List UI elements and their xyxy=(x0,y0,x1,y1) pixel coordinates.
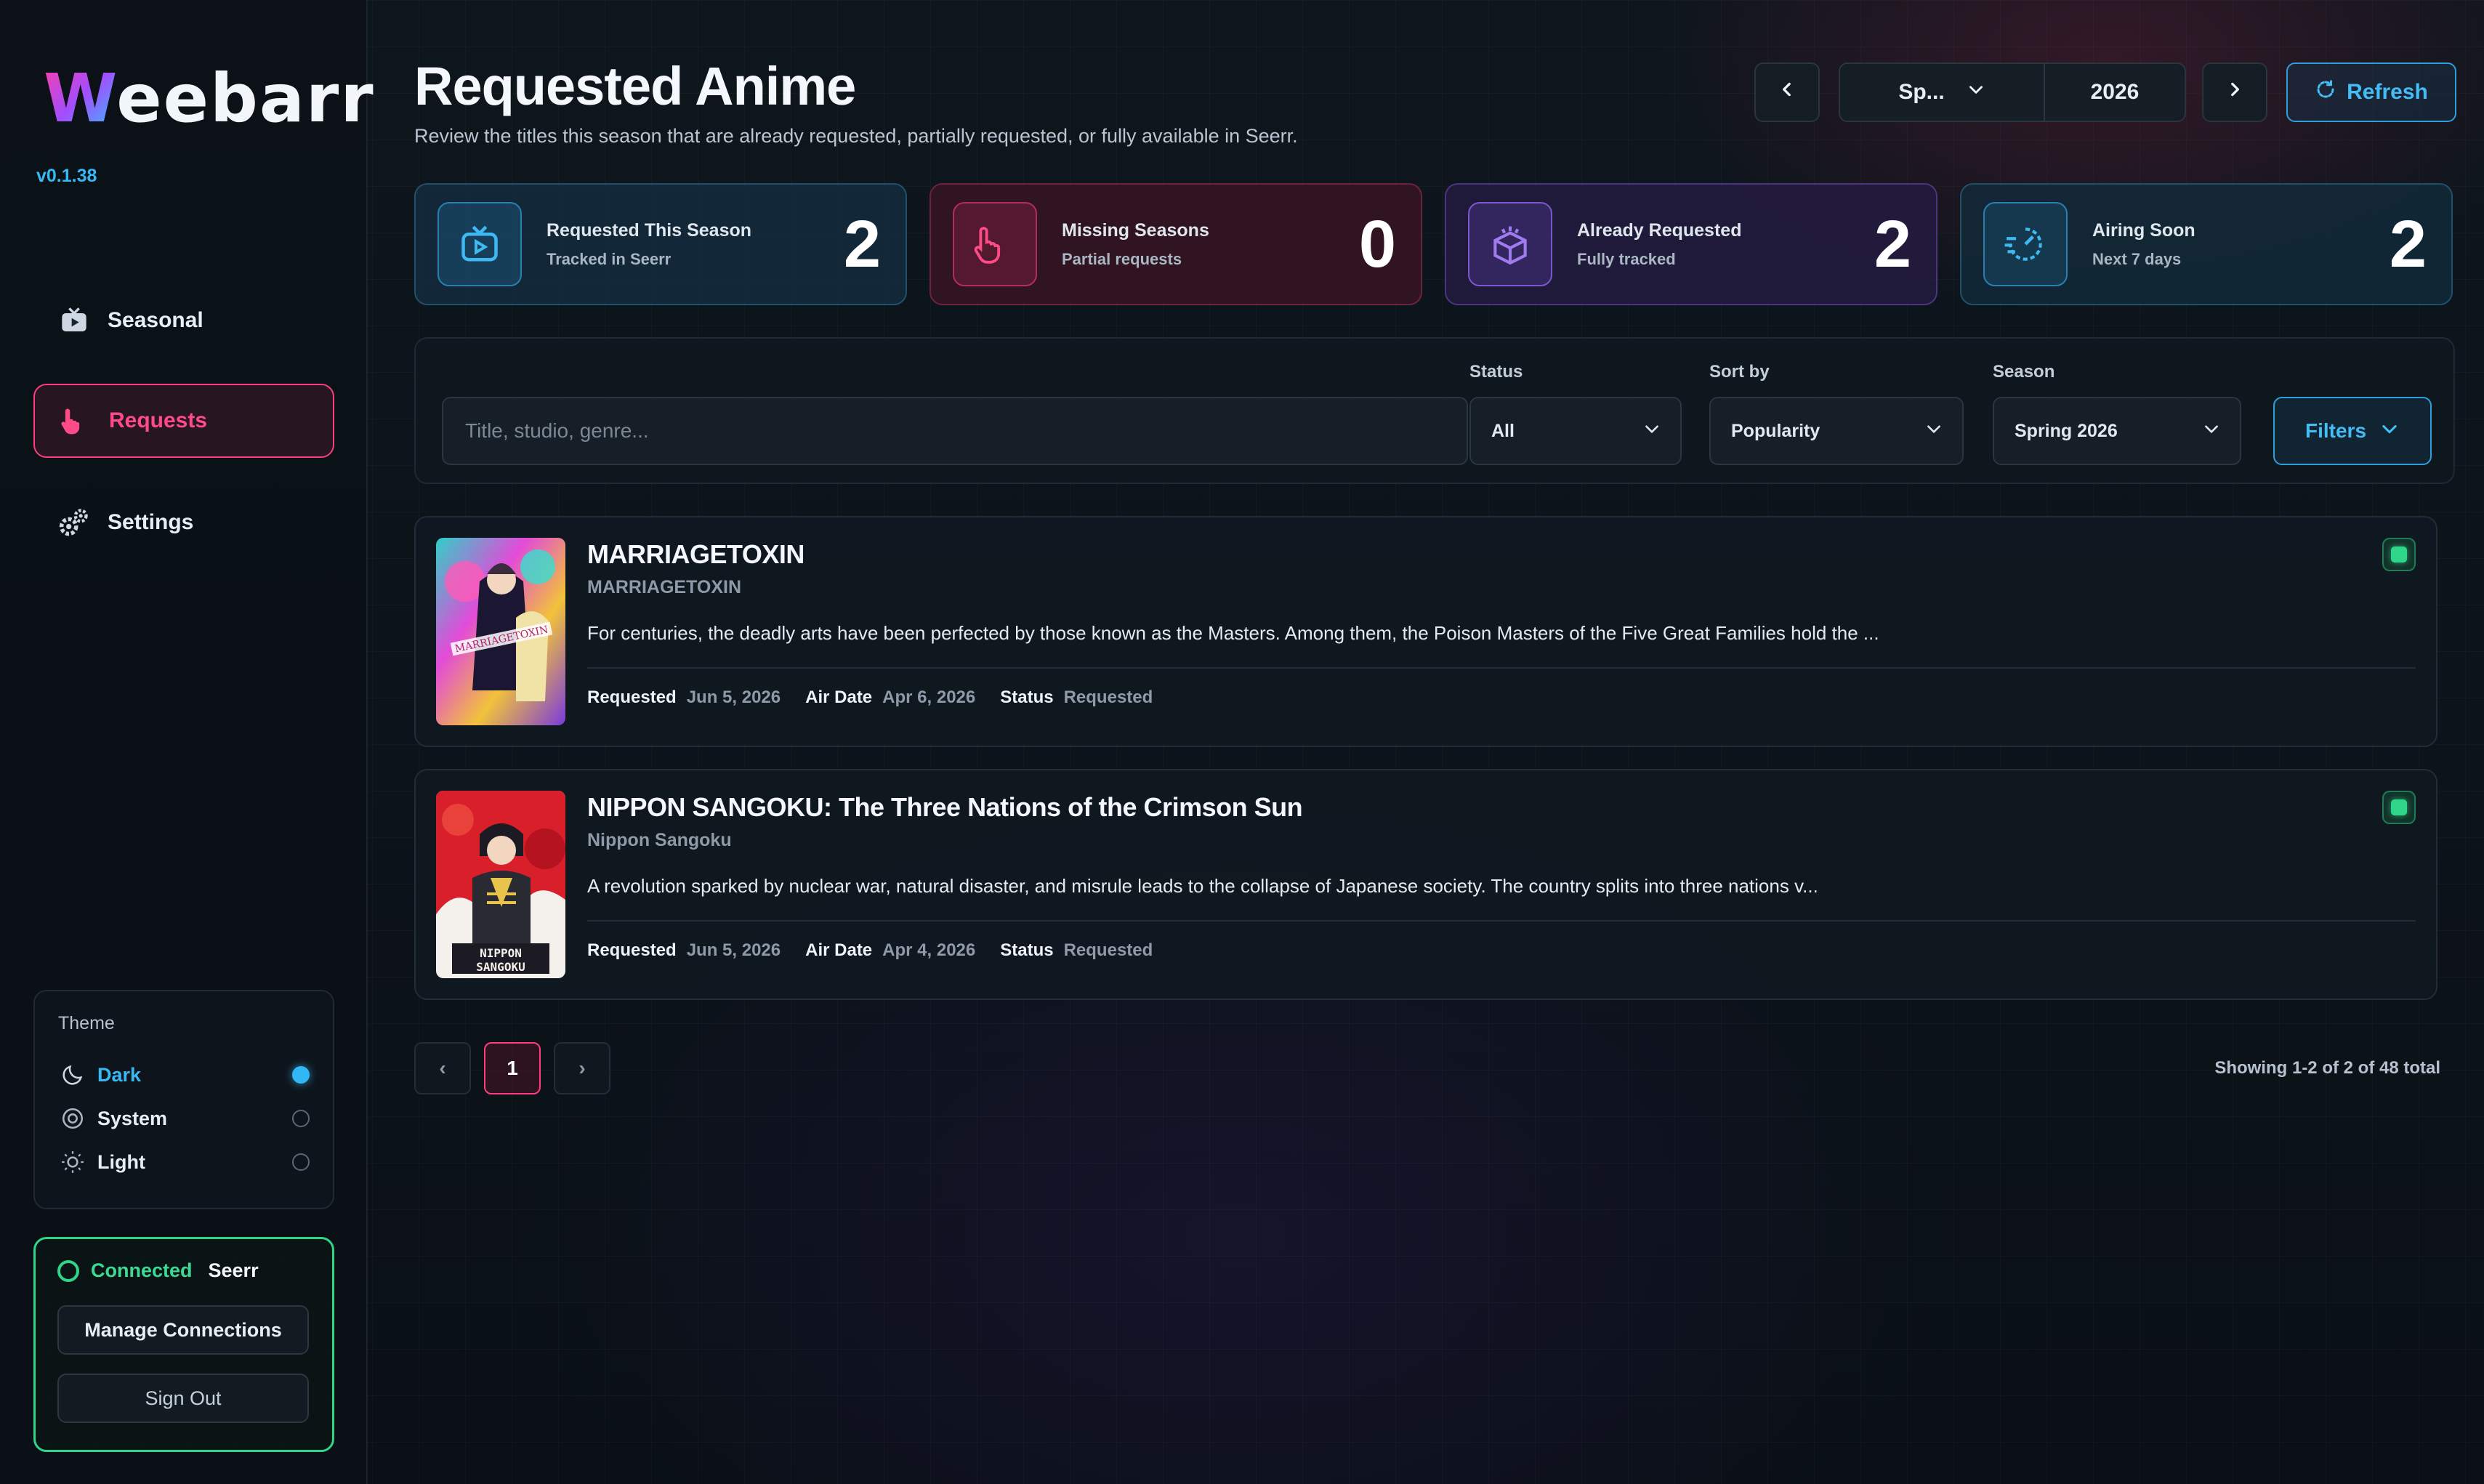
moon-icon xyxy=(58,1060,87,1089)
poster-image[interactable]: NIPPON SANGOKU xyxy=(436,791,565,978)
status-select[interactable]: All xyxy=(1469,397,1682,465)
stat-missing-seasons: Missing Seasons Partial requests 0 xyxy=(930,183,1422,305)
theme-option-system[interactable]: System xyxy=(58,1097,310,1140)
chevron-down-icon xyxy=(1967,80,1985,105)
stat-value: 2 xyxy=(843,206,881,281)
svg-text:SANGOKU: SANGOKU xyxy=(476,960,525,974)
anime-description: A revolution sparked by nuclear war, nat… xyxy=(587,875,1818,897)
chevron-right-icon xyxy=(2225,80,2244,105)
svg-text:NIPPON: NIPPON xyxy=(480,946,522,960)
app-logo[interactable]: Weebarr xyxy=(44,65,375,132)
year-field[interactable]: 2026 xyxy=(2045,64,2185,121)
list-item[interactable]: NIPPON SANGOKU NIPPON SANGOKU: The Three… xyxy=(414,769,2437,1000)
sidebar-item-seasonal[interactable]: Seasonal xyxy=(33,283,334,358)
anime-title[interactable]: NIPPON SANGOKU: The Three Nations of the… xyxy=(587,792,1303,823)
sidebar: Weebarr v0.1.38 Seasonal Requests Settin… xyxy=(0,0,374,1484)
anime-meta: Requested Jun 5, 2026 Air Date Apr 6, 2026… xyxy=(587,687,1153,707)
chevron-down-icon xyxy=(1924,419,1943,443)
app-version: v0.1.38 xyxy=(36,166,97,186)
pointer-hand-icon xyxy=(60,405,92,437)
chevron-down-icon xyxy=(2379,419,2400,444)
requested-date: Jun 5, 2026 xyxy=(686,687,781,707)
refresh-button[interactable]: Refresh xyxy=(2286,62,2456,122)
sidebar-item-label: Seasonal xyxy=(108,308,203,332)
tv-icon xyxy=(437,202,522,286)
connection-status-icon xyxy=(57,1259,79,1282)
anime-alt-title: Nippon Sangoku xyxy=(587,830,732,850)
pointer-hand-icon xyxy=(953,202,1037,286)
connection-service: Seerr xyxy=(208,1259,259,1281)
refresh-icon xyxy=(2315,78,2336,106)
pagination-prev-button[interactable]: ‹ xyxy=(414,1042,471,1094)
sidebar-item-label: Requests xyxy=(109,408,208,432)
sign-out-button[interactable]: Sign Out xyxy=(57,1374,309,1423)
air-date: Apr 4, 2026 xyxy=(882,940,976,960)
sort-label: Sort by xyxy=(1709,362,1770,382)
stat-airing-soon: Airing Soon Next 7 days 2 xyxy=(1960,183,2453,305)
system-icon xyxy=(58,1104,87,1133)
sidebar-item-label: Settings xyxy=(108,510,194,534)
theme-radio-light[interactable] xyxy=(292,1153,310,1171)
theme-option-dark[interactable]: Dark xyxy=(58,1053,310,1097)
page-title: Requested Anime xyxy=(414,56,856,116)
season-dropdown[interactable]: Sp... xyxy=(1840,64,2045,121)
air-date: Apr 6, 2026 xyxy=(882,687,976,707)
search-input[interactable]: Title, studio, genre... xyxy=(442,397,1468,465)
season-filter-label: Season xyxy=(1993,362,2055,382)
filter-bar: Title, studio, genre... Status All Sort … xyxy=(414,337,2455,484)
stat-already-requested: Already Requested Fully tracked 2 xyxy=(1445,183,1937,305)
list-item[interactable]: MARRIAGETOXIN MARRIAGETOXIN MARRIAGETOXI… xyxy=(414,516,2437,747)
anime-description: For centuries, the deadly arts have been… xyxy=(587,622,1879,644)
sun-icon xyxy=(58,1148,87,1177)
chevron-down-icon xyxy=(2202,419,2221,443)
stat-value: 2 xyxy=(2389,206,2427,281)
theme-title: Theme xyxy=(58,1013,115,1033)
stat-value: 2 xyxy=(1874,206,1911,281)
anime-title[interactable]: MARRIAGETOXIN xyxy=(587,539,805,570)
theme-radio-dark[interactable] xyxy=(292,1066,310,1084)
season-year-selector: Sp... 2026 xyxy=(1839,62,2186,122)
gears-icon xyxy=(58,507,90,539)
pagination-page-1[interactable]: 1 xyxy=(484,1042,541,1094)
next-season-button[interactable] xyxy=(2202,62,2267,122)
theme-panel: Theme Dark System Light xyxy=(33,990,334,1209)
connection-status-row: Connected Seerr xyxy=(57,1259,310,1282)
requested-date: Jun 5, 2026 xyxy=(686,940,781,960)
divider xyxy=(587,667,2416,669)
manage-connections-button[interactable]: Manage Connections xyxy=(57,1305,309,1355)
chevron-left-icon xyxy=(1778,80,1797,105)
anime-meta: Requested Jun 5, 2026 Air Date Apr 4, 2026… xyxy=(587,940,1153,960)
request-status: Requested xyxy=(1063,687,1153,707)
divider xyxy=(587,920,2416,922)
status-indicator-icon[interactable] xyxy=(2382,791,2416,824)
request-status: Requested xyxy=(1063,940,1153,960)
status-filter-label: Status xyxy=(1469,362,1523,382)
prev-season-button[interactable] xyxy=(1754,62,1820,122)
sidebar-item-requests[interactable]: Requests xyxy=(33,384,334,458)
status-indicator-icon[interactable] xyxy=(2382,538,2416,571)
theme-radio-system[interactable] xyxy=(292,1110,310,1127)
poster-image[interactable]: MARRIAGETOXIN xyxy=(436,538,565,725)
filters-button[interactable]: Filters xyxy=(2273,397,2432,465)
results-summary: Showing 1-2 of 2 of 48 total xyxy=(2214,1058,2440,1078)
page-subtitle: Review the titles this season that are a… xyxy=(414,125,1298,147)
theme-option-light[interactable]: Light xyxy=(58,1140,310,1184)
sidebar-item-settings[interactable]: Settings xyxy=(33,485,334,560)
main-content: Requested Anime Review the titles this s… xyxy=(368,0,2484,1484)
stat-requested-this-season: Requested This Season Tracked in Seerr 2 xyxy=(414,183,907,305)
connection-status: Connected xyxy=(91,1259,193,1281)
pagination-next-button[interactable]: › xyxy=(554,1042,610,1094)
sort-select[interactable]: Popularity xyxy=(1709,397,1964,465)
stat-value: 0 xyxy=(1358,206,1396,281)
tv-icon xyxy=(58,305,90,336)
box-icon xyxy=(1468,202,1552,286)
chevron-down-icon xyxy=(1642,419,1661,443)
season-select[interactable]: Spring 2026 xyxy=(1993,397,2241,465)
speed-icon xyxy=(1983,202,2068,286)
anime-alt-title: MARRIAGETOXIN xyxy=(587,577,742,597)
connection-panel: Connected Seerr Manage Connections Sign … xyxy=(33,1237,334,1452)
